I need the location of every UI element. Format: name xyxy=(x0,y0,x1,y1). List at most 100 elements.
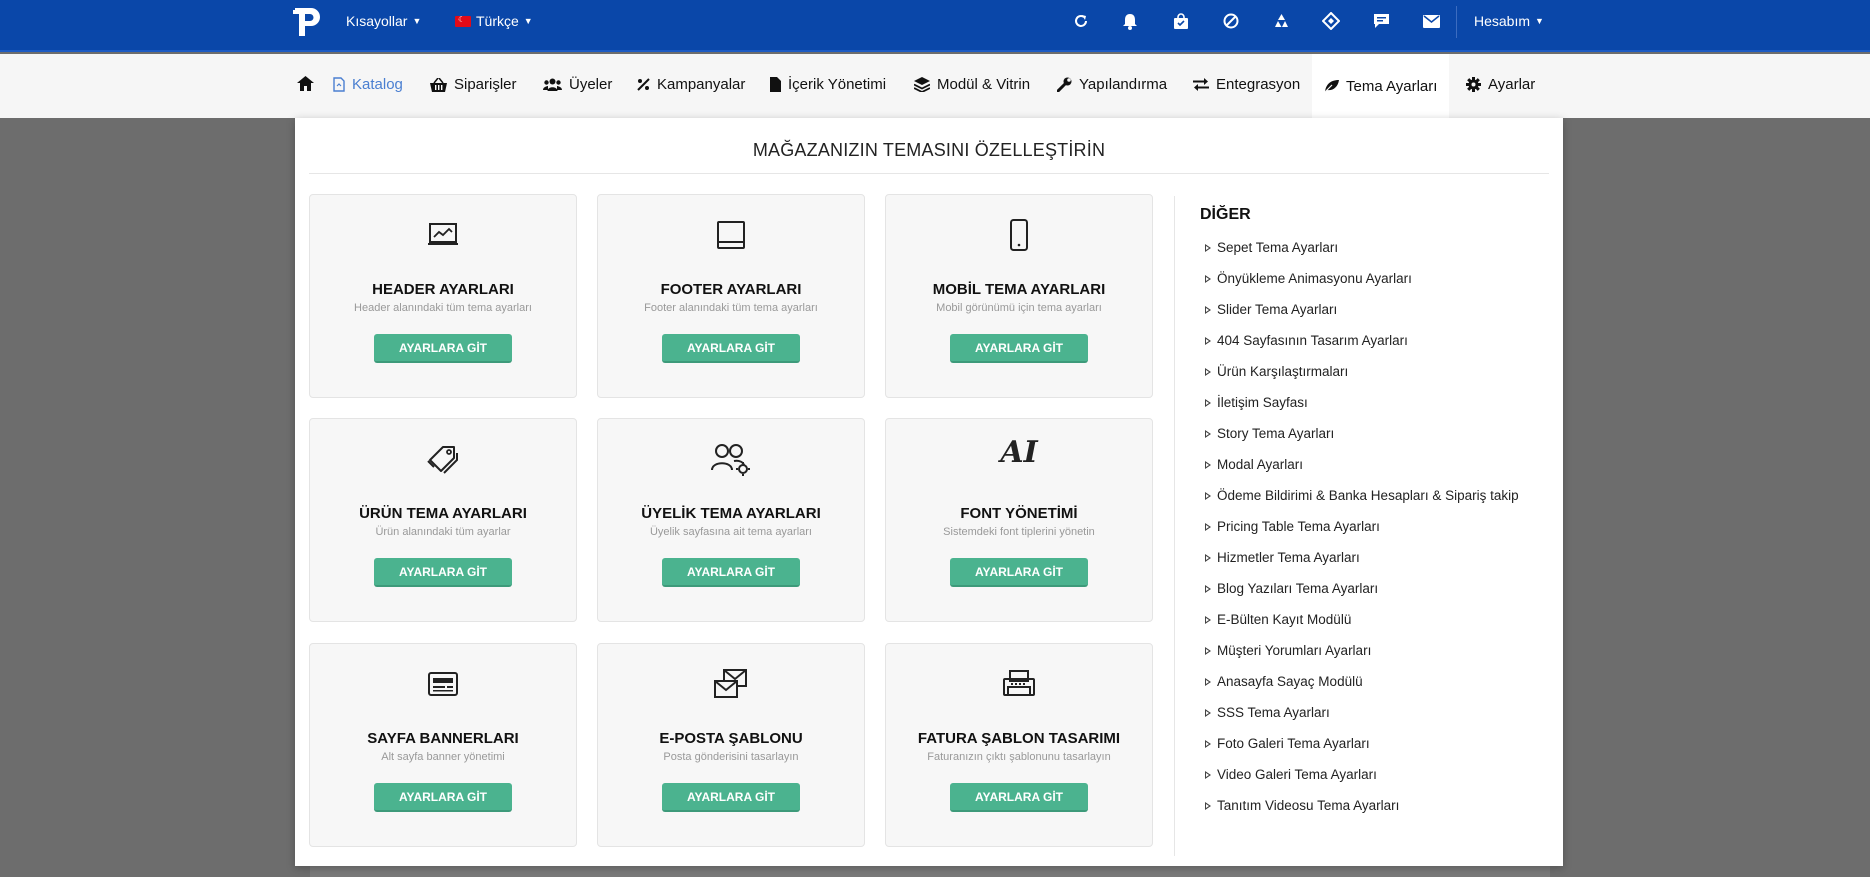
caret-right-icon xyxy=(1205,708,1211,717)
other-link[interactable]: Video Galeri Tema Ayarları xyxy=(1205,759,1519,790)
go-to-settings-button[interactable]: AYARLARA GİT xyxy=(662,783,800,812)
nav-item-tema-ayarlari[interactable]: Tema Ayarları xyxy=(1312,54,1450,118)
other-link[interactable]: Tanıtım Videosu Tema Ayarları xyxy=(1205,790,1519,821)
nav-label: Modül & Vitrin xyxy=(937,76,1031,93)
background-content xyxy=(310,866,1550,877)
nav-dropdown-caret xyxy=(1342,110,1358,118)
other-link[interactable]: Hizmetler Tema Ayarları xyxy=(1205,542,1519,573)
link-label: SSS Tema Ayarları xyxy=(1217,705,1330,720)
caret-right-icon xyxy=(1205,491,1211,500)
caret-right-icon xyxy=(1205,398,1211,407)
card-mobile-theme-settings: MOBİL TEMA AYARLARI Mobil görünümü için … xyxy=(885,194,1153,398)
caret-right-icon xyxy=(1205,801,1211,810)
logo-icon[interactable] xyxy=(293,6,323,38)
bell-icon[interactable] xyxy=(1119,10,1141,32)
caret-right-icon xyxy=(1205,584,1211,593)
nav-item-yapilandirma[interactable]: Yapılandırma xyxy=(1057,76,1167,93)
shortcuts-menu[interactable]: Kısayollar ▼ xyxy=(346,13,421,29)
envelopes-icon xyxy=(598,666,864,702)
card-description: Faturanızın çıktı şablonunu tasarlayın xyxy=(927,751,1111,763)
refresh-icon[interactable] xyxy=(1070,10,1092,32)
other-link[interactable]: E-Bülten Kayıt Modülü xyxy=(1205,604,1519,635)
card-description: Header alanındaki tüm tema ayarları xyxy=(354,302,532,314)
nav-label: Katalog xyxy=(352,76,403,93)
other-link[interactable]: Sepet Tema Ayarları xyxy=(1205,232,1519,263)
tags-icon xyxy=(310,441,576,477)
card-title: FOOTER AYARLARI xyxy=(660,281,802,298)
nav-item-icerik-yonetimi[interactable]: İçerik Yönetimi xyxy=(770,76,886,93)
go-to-settings-button[interactable]: AYARLARA GİT xyxy=(662,334,800,363)
nav-home[interactable] xyxy=(297,76,314,91)
go-to-settings-button[interactable]: AYARLARA GİT xyxy=(950,783,1088,812)
nav-item-entegrasyon[interactable]: Entegrasyon xyxy=(1193,76,1300,93)
link-label: İletişim Sayfası xyxy=(1217,395,1308,410)
other-link[interactable]: İletişim Sayfası xyxy=(1205,387,1519,418)
nav-item-ayarlar[interactable]: Ayarlar xyxy=(1466,76,1535,93)
card-header-settings: HEADER AYARLARI Header alanındaki tüm te… xyxy=(309,194,577,398)
font-ai-icon: AI xyxy=(886,435,1152,471)
nav-item-kampanyalar[interactable]: Kampanyalar xyxy=(637,76,745,93)
go-to-settings-button[interactable]: AYARLARA GİT xyxy=(374,334,512,363)
link-label: Hizmetler Tema Ayarları xyxy=(1217,550,1360,565)
main-nav: Katalog Siparişler Üyeler Kampanyalar İç… xyxy=(0,54,1870,118)
link-label: Blog Yazıları Tema Ayarları xyxy=(1217,581,1379,596)
caret-right-icon xyxy=(1205,367,1211,376)
other-link[interactable]: SSS Tema Ayarları xyxy=(1205,697,1519,728)
nav-label: Üyeler xyxy=(569,76,613,93)
card-description: Footer alanındaki tüm tema ayarları xyxy=(644,302,818,314)
ban-icon[interactable] xyxy=(1220,10,1242,32)
account-menu[interactable]: Hesabım ▼ xyxy=(1474,13,1544,29)
go-to-settings-button[interactable]: AYARLARA GİT xyxy=(662,558,800,587)
other-link[interactable]: Ödeme Bildirimi & Banka Hesapları & Sipa… xyxy=(1205,480,1519,511)
nav-item-siparisler[interactable]: Siparişler xyxy=(430,76,517,93)
other-link[interactable]: Pricing Table Tema Ayarları xyxy=(1205,511,1519,542)
caret-right-icon xyxy=(1205,615,1211,624)
chevron-down-icon: ▼ xyxy=(523,16,533,26)
printer-icon xyxy=(886,666,1152,702)
card-title: ÜYELİK TEMA AYARLARI xyxy=(641,505,821,522)
font-glyph: AI xyxy=(1000,435,1038,470)
other-link[interactable]: Foto Galeri Tema Ayarları xyxy=(1205,728,1519,759)
link-label: 404 Sayfasının Tasarım Ayarları xyxy=(1217,333,1408,348)
caret-right-icon xyxy=(1205,243,1211,252)
other-link[interactable]: 404 Sayfasının Tasarım Ayarları xyxy=(1205,325,1519,356)
language-menu[interactable]: Türkçe ▼ xyxy=(455,13,533,29)
account-label: Hesabım xyxy=(1474,13,1531,29)
go-to-settings-button[interactable]: AYARLARA GİT xyxy=(950,558,1088,587)
other-link[interactable]: Anasayfa Sayaç Modülü xyxy=(1205,666,1519,697)
card-product-theme-settings: ÜRÜN TEMA AYARLARI Ürün alanındaki tüm a… xyxy=(309,418,577,622)
mail-icon[interactable] xyxy=(1420,10,1442,32)
bag-icon[interactable] xyxy=(1170,10,1192,32)
nav-label: İçerik Yönetimi xyxy=(788,76,887,93)
other-link[interactable]: Önyükleme Animasyonu Ayarları xyxy=(1205,263,1519,294)
caret-right-icon xyxy=(1205,739,1211,748)
topbar-separator xyxy=(1456,6,1457,38)
top-bar: Kısayollar ▼ Türkçe ▼ Hesabım ▼ xyxy=(0,0,1870,52)
go-to-settings-button[interactable]: AYARLARA GİT xyxy=(374,558,512,587)
link-label: Anasayfa Sayaç Modülü xyxy=(1217,674,1363,689)
nav-item-katalog[interactable]: Katalog xyxy=(333,76,403,93)
caret-right-icon xyxy=(1205,646,1211,655)
nav-item-uyeler[interactable]: Üyeler xyxy=(543,76,612,93)
ticket-icon[interactable] xyxy=(1320,10,1342,32)
other-link[interactable]: Story Tema Ayarları xyxy=(1205,418,1519,449)
go-to-settings-button[interactable]: AYARLARA GİT xyxy=(950,334,1088,363)
link-label: Video Galeri Tema Ayarları xyxy=(1217,767,1377,782)
banner-icon xyxy=(310,666,576,702)
users-icon xyxy=(543,78,562,91)
other-link[interactable]: Ürün Karşılaştırmaları xyxy=(1205,356,1519,387)
nav-item-modul-vitrin[interactable]: Modül & Vitrin xyxy=(914,76,1030,93)
recycle-icon[interactable] xyxy=(1270,10,1292,32)
other-link[interactable]: Blog Yazıları Tema Ayarları xyxy=(1205,573,1519,604)
card-description: Sistemdeki font tiplerini yönetin xyxy=(943,526,1095,538)
card-membership-theme-settings: ÜYELİK TEMA AYARLARI Üyelik sayfasına ai… xyxy=(597,418,865,622)
home-icon xyxy=(297,76,314,91)
comment-icon[interactable] xyxy=(1370,10,1392,32)
theme-settings-panel: MAĞAZANIZIN TEMASINI ÖZELLEŞTİRİN HEADER… xyxy=(295,118,1563,866)
other-link[interactable]: Müşteri Yorumları Ayarları xyxy=(1205,635,1519,666)
other-link[interactable]: Modal Ayarları xyxy=(1205,449,1519,480)
gear-icon xyxy=(1466,77,1481,92)
other-link[interactable]: Slider Tema Ayarları xyxy=(1205,294,1519,325)
go-to-settings-button[interactable]: AYARLARA GİT xyxy=(374,783,512,812)
wrench-icon xyxy=(1057,77,1072,92)
